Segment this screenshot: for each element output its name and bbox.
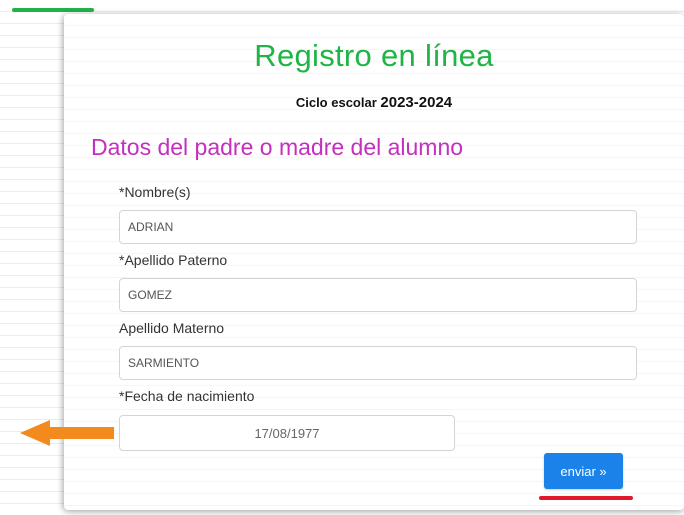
section-title: Datos del padre o madre del alumno [91, 134, 464, 160]
first-name-label: *Nombre(s) [119, 184, 191, 200]
school-cycle-year: 2023-2024 [380, 94, 453, 111]
school-cycle: Ciclo escolar 2023-2024 [64, 94, 684, 111]
paternal-surname-label: *Apellido Paterno [119, 252, 228, 268]
submit-button[interactable]: enviar » [544, 453, 623, 489]
green-tab-indicator [12, 8, 94, 12]
first-name-input[interactable] [119, 210, 637, 244]
arrow-left-icon [20, 420, 114, 446]
maternal-surname-input[interactable] [119, 346, 637, 380]
birth-date-label: *Fecha de nacimiento [119, 388, 255, 404]
school-cycle-label: Ciclo escolar [295, 95, 377, 110]
submit-highlight-underline [539, 496, 633, 500]
paternal-surname-input[interactable] [119, 278, 637, 312]
maternal-surname-label: Apellido Materno [119, 320, 225, 336]
registration-card: Registro en línea Ciclo escolar 2023-202… [64, 14, 684, 510]
birth-date-input[interactable] [119, 415, 455, 451]
page-title: Registro en línea [254, 38, 494, 73]
screenshot-page: Registro en línea Ciclo escolar 2023-202… [0, 0, 684, 515]
